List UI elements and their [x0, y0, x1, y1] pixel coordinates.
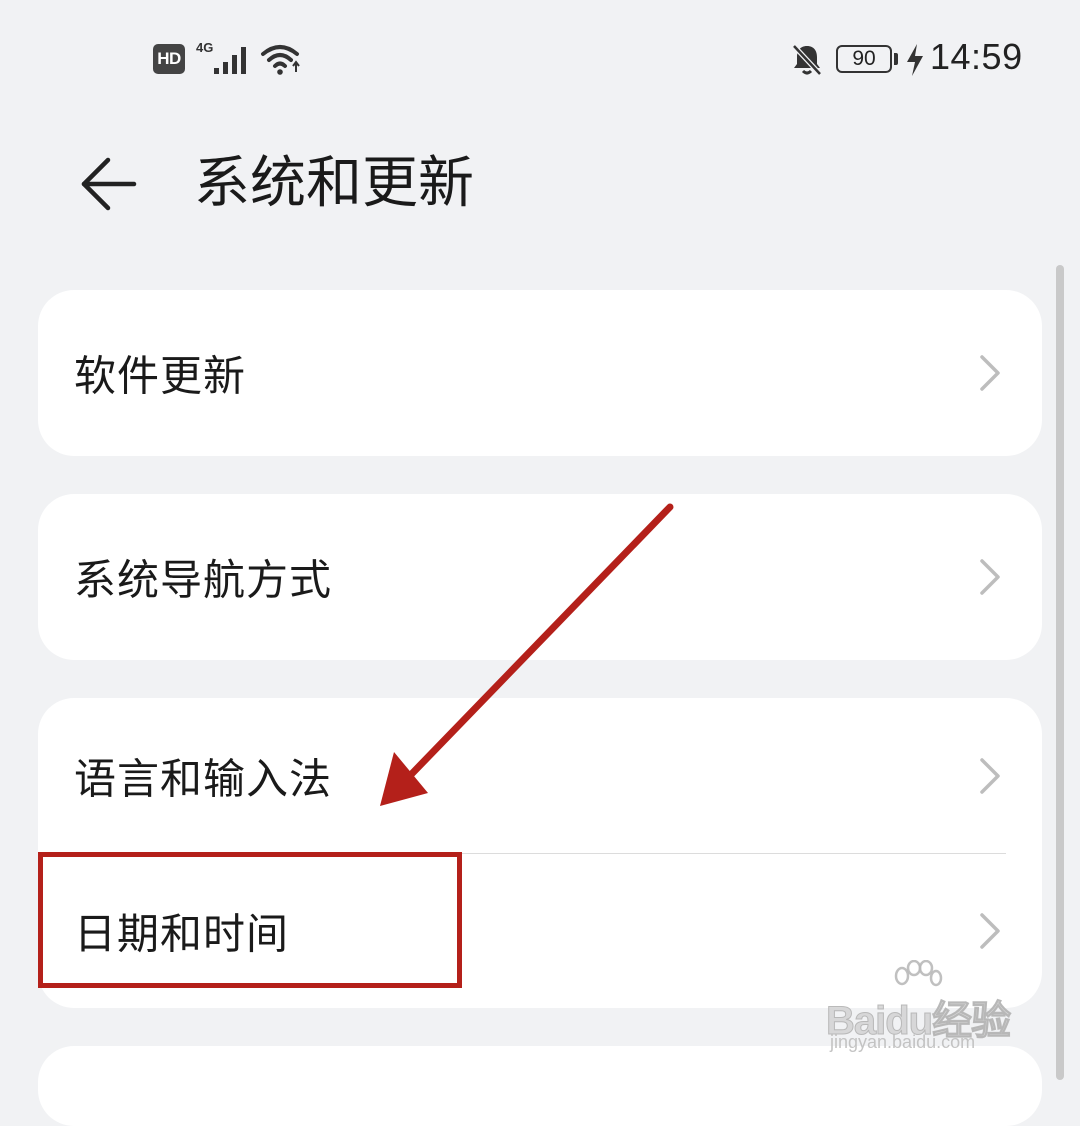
back-button[interactable] — [64, 146, 148, 222]
chevron-right-icon — [980, 559, 1000, 595]
menu-card-language-datetime: 语言和输入法 日期和时间 — [38, 698, 1042, 1008]
battery-tip — [894, 53, 898, 65]
menu-item-label: 系统导航方式 — [74, 555, 333, 605]
chevron-right-icon — [980, 912, 1000, 949]
hd-badge: HD — [153, 44, 185, 74]
menu-item-software-update[interactable]: 软件更新 — [38, 290, 1042, 456]
arrow-left-icon — [81, 157, 137, 211]
wifi-icon — [261, 45, 300, 75]
menu-item-label: 软件更新 — [74, 351, 247, 401]
page-title: 系统和更新 — [194, 151, 474, 216]
menu-card-navigation: 系统导航方式 — [38, 494, 1042, 660]
status-bar: HD 4G 90 14:59 — [0, 0, 1080, 120]
menu-item-date-time[interactable]: 日期和时间 — [38, 853, 1042, 1008]
menu-card-partial — [38, 1046, 1042, 1126]
charging-icon — [907, 44, 923, 76]
menu-item-label: 语言和输入法 — [74, 754, 333, 803]
menu-item-label: 日期和时间 — [74, 909, 290, 958]
scrollbar-thumb[interactable] — [1056, 265, 1064, 1080]
signal-icon — [214, 47, 246, 74]
chevron-right-icon — [980, 757, 1000, 794]
chevron-right-icon — [980, 355, 1000, 391]
menu-card-software-update: 软件更新 — [38, 290, 1042, 456]
menu-item-language-input[interactable]: 语言和输入法 — [38, 698, 1042, 853]
network-type-label: 4G — [196, 40, 214, 55]
bell-muted-icon — [792, 44, 822, 76]
status-time: 14:59 — [930, 36, 1023, 77]
battery-indicator: 90 — [836, 45, 892, 73]
menu-item-system-navigation[interactable]: 系统导航方式 — [38, 494, 1042, 660]
